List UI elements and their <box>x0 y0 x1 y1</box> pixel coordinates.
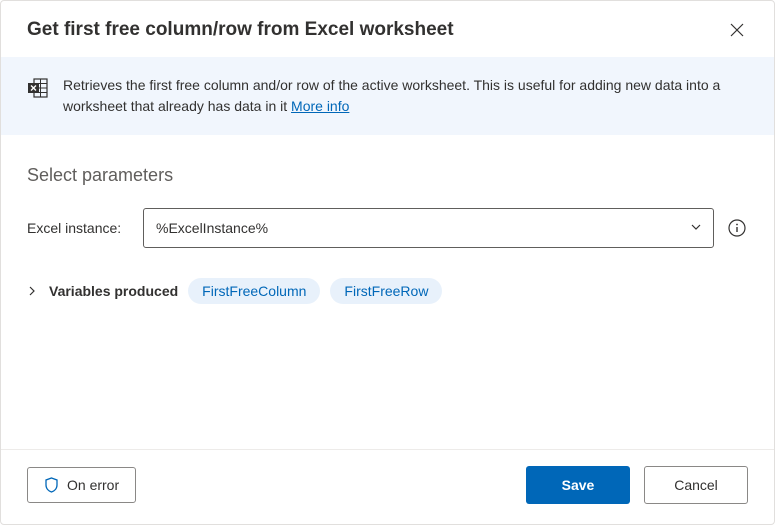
info-banner: Retrieves the first free column and/or r… <box>1 57 774 135</box>
variable-pill-first-free-column[interactable]: FirstFreeColumn <box>188 278 320 304</box>
excel-instance-row: Excel instance: %ExcelInstance% <box>27 208 748 248</box>
save-button[interactable]: Save <box>526 466 630 504</box>
dialog-title: Get first free column/row from Excel wor… <box>27 19 454 41</box>
excel-instance-info-button[interactable] <box>726 217 748 239</box>
close-icon <box>730 23 744 37</box>
cancel-button[interactable]: Cancel <box>644 466 748 504</box>
footer-actions: Save Cancel <box>526 466 748 504</box>
excel-instance-select-wrapper: %ExcelInstance% <box>143 208 714 248</box>
variables-produced-row: Variables produced FirstFreeColumn First… <box>27 278 748 304</box>
variables-expand-toggle[interactable] <box>27 286 37 296</box>
content-area: Select parameters Excel instance: %Excel… <box>1 135 774 449</box>
variables-produced-label: Variables produced <box>49 283 178 299</box>
banner-description: Retrieves the first free column and/or r… <box>63 77 720 114</box>
chevron-right-icon <box>27 286 37 296</box>
info-icon <box>728 219 746 237</box>
dialog-footer: On error Save Cancel <box>1 449 774 524</box>
excel-icon <box>27 77 49 102</box>
on-error-label: On error <box>67 477 119 493</box>
banner-text: Retrieves the first free column and/or r… <box>63 75 748 117</box>
excel-instance-label: Excel instance: <box>27 220 131 236</box>
excel-instance-select[interactable]: %ExcelInstance% <box>143 208 714 248</box>
close-button[interactable] <box>726 19 748 41</box>
section-title: Select parameters <box>27 165 748 186</box>
variable-pill-first-free-row[interactable]: FirstFreeRow <box>330 278 442 304</box>
dialog-header: Get first free column/row from Excel wor… <box>1 1 774 57</box>
shield-icon <box>44 477 59 493</box>
on-error-button[interactable]: On error <box>27 467 136 503</box>
more-info-link[interactable]: More info <box>291 98 349 114</box>
